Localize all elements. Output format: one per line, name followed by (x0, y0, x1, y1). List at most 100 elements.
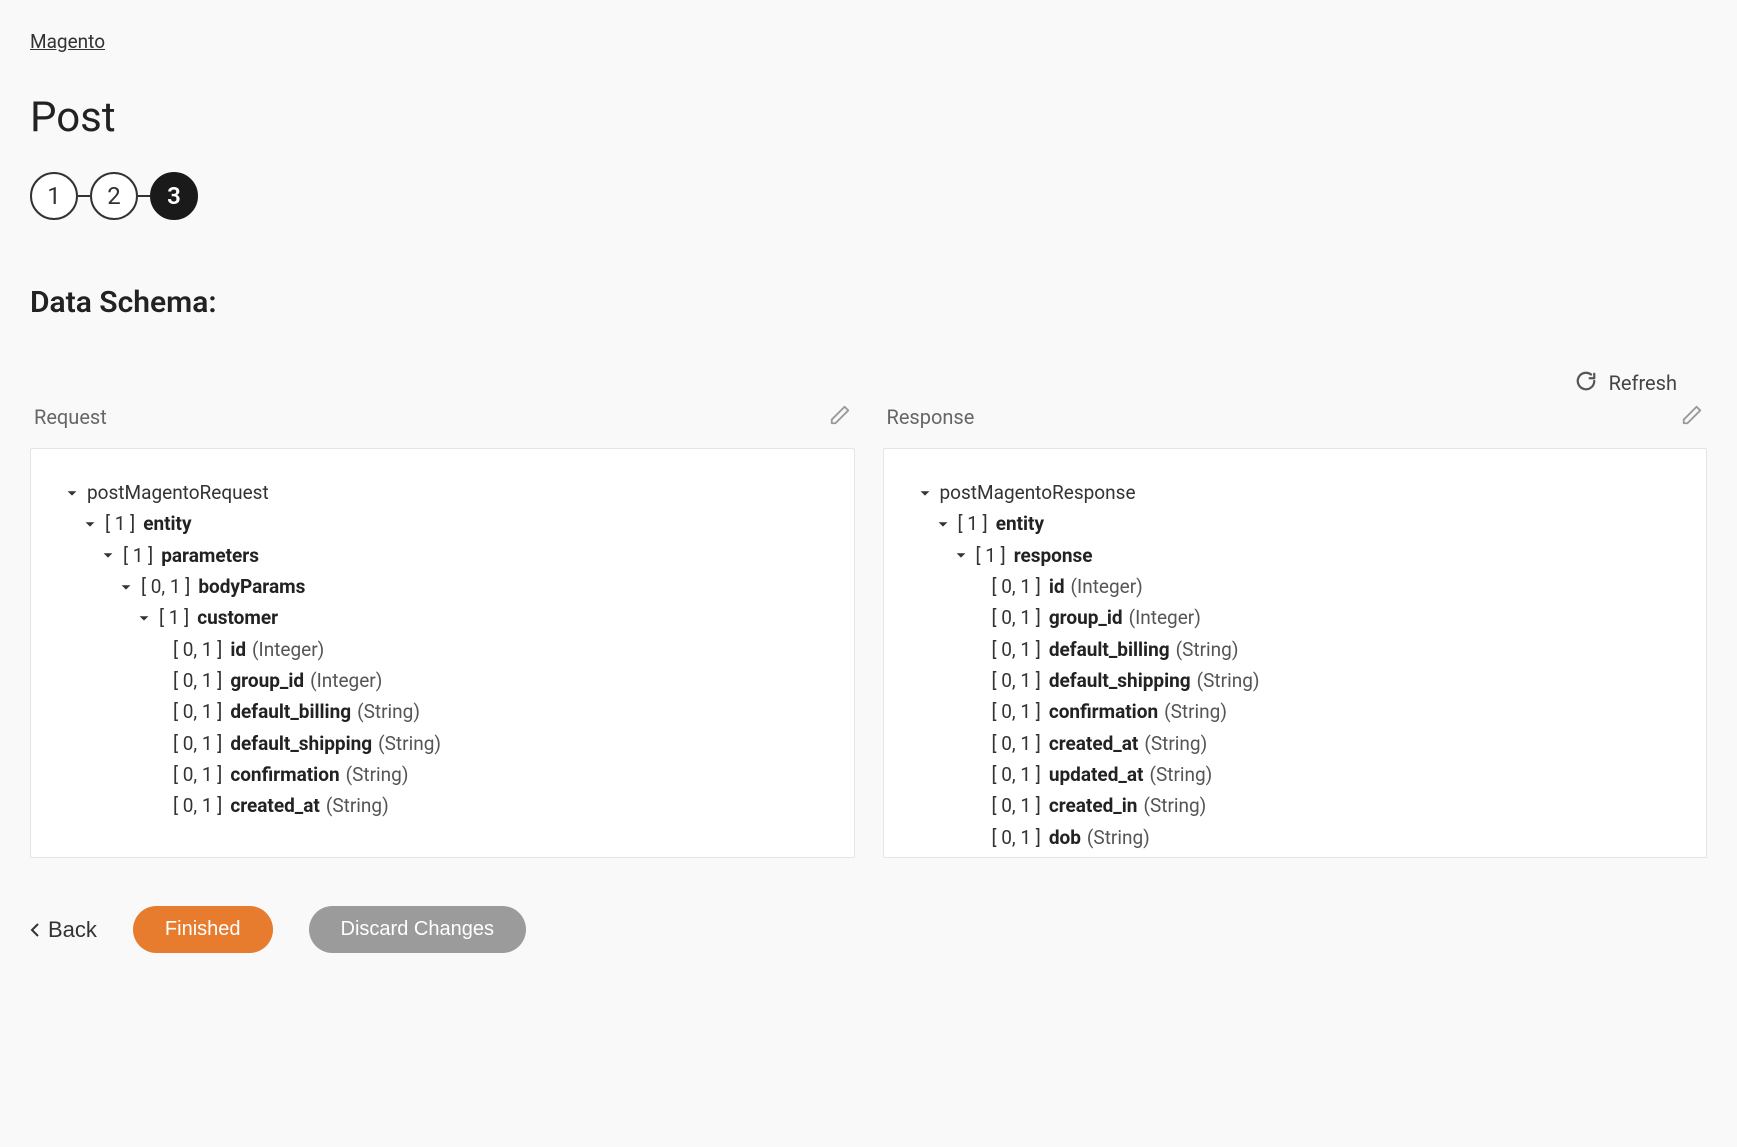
cardinality-label: [ 0, 1 ] (173, 665, 222, 696)
stepper: 1 2 3 (30, 172, 1707, 220)
cardinality-label: [ 0, 1 ] (173, 790, 222, 821)
chevron-down-icon[interactable] (936, 517, 952, 531)
field-type: (Integer) (1129, 602, 1201, 633)
field-name: default_shipping (1049, 665, 1191, 696)
tree-node-label: parameters (161, 540, 259, 571)
tree-leaf[interactable]: [ 0, 1 ] dob (String) (918, 822, 1673, 853)
tree-leaf[interactable]: [ 0, 1 ] confirmation (String) (918, 696, 1673, 727)
field-type: (String) (1143, 790, 1206, 821)
tree-node-label: postMagentoResponse (940, 477, 1136, 508)
field-type: (String) (1164, 696, 1227, 727)
chevron-down-icon[interactable] (954, 548, 970, 562)
refresh-icon[interactable] (1575, 370, 1597, 396)
field-type: (String) (1197, 665, 1260, 696)
field-type: (String) (1176, 634, 1239, 665)
step-3[interactable]: 3 (150, 172, 198, 220)
field-name: id (1049, 571, 1065, 602)
tree-leaf[interactable]: [ 0, 1 ] default_shipping (String) (65, 728, 820, 759)
tree-leaf[interactable]: [ 0, 1 ] updated_at (String) (918, 759, 1673, 790)
chevron-down-icon[interactable] (137, 611, 153, 625)
chevron-left-icon (30, 922, 40, 938)
cardinality-label: [ 1 ] (159, 602, 189, 633)
cardinality-label: [ 0, 1 ] (992, 665, 1041, 696)
field-type: (String) (1149, 759, 1212, 790)
field-name: created_at (230, 790, 320, 821)
tree-node-bodyparams[interactable]: [ 0, 1 ] bodyParams (65, 571, 820, 602)
cardinality-label: [ 0, 1 ] (173, 759, 222, 790)
field-name: dob (1049, 822, 1081, 853)
pencil-icon[interactable] (829, 404, 851, 430)
back-button[interactable]: Back (30, 917, 97, 943)
field-name: updated_at (1049, 759, 1144, 790)
finished-button[interactable]: Finished (133, 906, 273, 953)
cardinality-label: [ 0, 1 ] (992, 571, 1041, 602)
tree-leaf[interactable]: [ 0, 1 ] confirmation (String) (65, 759, 820, 790)
tree-leaf[interactable]: [ 0, 1 ] default_billing (String) (65, 696, 820, 727)
tree-leaf[interactable]: [ 0, 1 ] group_id (Integer) (918, 602, 1673, 633)
breadcrumb-link-magento[interactable]: Magento (30, 30, 105, 53)
tree-node-root[interactable]: postMagentoRequest (65, 477, 820, 508)
step-1[interactable]: 1 (30, 172, 78, 220)
cardinality-label: [ 0, 1 ] (173, 728, 222, 759)
field-type: (String) (378, 728, 441, 759)
breadcrumb: Magento (30, 30, 1707, 53)
tree-node-entity[interactable]: [ 1 ] entity (918, 508, 1673, 539)
refresh-label[interactable]: Refresh (1609, 371, 1677, 395)
field-name: confirmation (230, 759, 339, 790)
tree-node-label: bodyParams (198, 571, 305, 602)
response-column: Response postMagentoResponse [ 1 ] entit… (883, 404, 1708, 858)
request-column: Request postMagentoRequest [ 1 ] ent (30, 404, 855, 858)
request-title: Request (34, 405, 107, 429)
tree-node-label: response (1014, 540, 1093, 571)
tree-node-label: postMagentoRequest (87, 477, 269, 508)
chevron-down-icon[interactable] (918, 486, 934, 500)
tree-leaf[interactable]: [ 0, 1 ] id (Integer) (918, 571, 1673, 602)
cardinality-label: [ 0, 1 ] (992, 602, 1041, 633)
section-heading: Data Schema: (30, 285, 1707, 320)
cardinality-label: [ 0, 1 ] (992, 634, 1041, 665)
tree-leaf[interactable]: [ 0, 1 ] created_at (String) (918, 728, 1673, 759)
field-name: default_shipping (230, 728, 372, 759)
tree-node-customer[interactable]: [ 1 ] customer (65, 602, 820, 633)
tree-leaf[interactable]: [ 0, 1 ] id (Integer) (65, 634, 820, 665)
field-name: id (230, 634, 246, 665)
discard-button[interactable]: Discard Changes (309, 906, 526, 953)
tree-node-parameters[interactable]: [ 1 ] parameters (65, 540, 820, 571)
tree-leaf[interactable]: [ 0, 1 ] created_in (String) (918, 790, 1673, 821)
response-title: Response (887, 405, 975, 429)
field-type: (String) (1144, 728, 1207, 759)
cardinality-label: [ 0, 1 ] (173, 696, 222, 727)
cardinality-label: [ 0, 1 ] (992, 696, 1041, 727)
step-2[interactable]: 2 (90, 172, 138, 220)
pencil-icon[interactable] (1681, 404, 1703, 430)
field-type: (String) (357, 696, 420, 727)
cardinality-label: [ 1 ] (123, 540, 153, 571)
chevron-down-icon[interactable] (119, 580, 135, 594)
tree-node-label: customer (197, 602, 278, 633)
response-schema-panel: postMagentoResponse [ 1 ] entity [ 1 ] r… (883, 448, 1708, 858)
tree-leaf[interactable]: [ 0, 1 ] default_billing (String) (918, 634, 1673, 665)
cardinality-label: [ 0, 1 ] (173, 634, 222, 665)
chevron-down-icon[interactable] (101, 548, 117, 562)
tree-node-label: entity (996, 508, 1044, 539)
tree-leaf[interactable]: [ 0, 1 ] default_shipping (String) (918, 665, 1673, 696)
request-schema-panel: postMagentoRequest [ 1 ] entity [ 1 ] pa… (30, 448, 855, 858)
field-name: created_at (1049, 728, 1139, 759)
tree-node-label: entity (143, 508, 191, 539)
field-name: group_id (1049, 602, 1123, 633)
tree-leaf[interactable]: [ 0, 1 ] created_at (String) (65, 790, 820, 821)
field-name: default_billing (230, 696, 351, 727)
cardinality-label: [ 0, 1 ] (992, 790, 1041, 821)
field-type: (Integer) (252, 634, 324, 665)
tree-node-response[interactable]: [ 1 ] response (918, 540, 1673, 571)
field-type: (Integer) (1071, 571, 1143, 602)
tree-node-root[interactable]: postMagentoResponse (918, 477, 1673, 508)
chevron-down-icon[interactable] (65, 486, 81, 500)
step-connector (78, 195, 90, 197)
chevron-down-icon[interactable] (83, 517, 99, 531)
field-type: (String) (326, 790, 389, 821)
tree-leaf[interactable]: [ 0, 1 ] group_id (Integer) (65, 665, 820, 696)
field-name: default_billing (1049, 634, 1170, 665)
tree-node-entity[interactable]: [ 1 ] entity (65, 508, 820, 539)
cardinality-label: [ 1 ] (958, 508, 988, 539)
